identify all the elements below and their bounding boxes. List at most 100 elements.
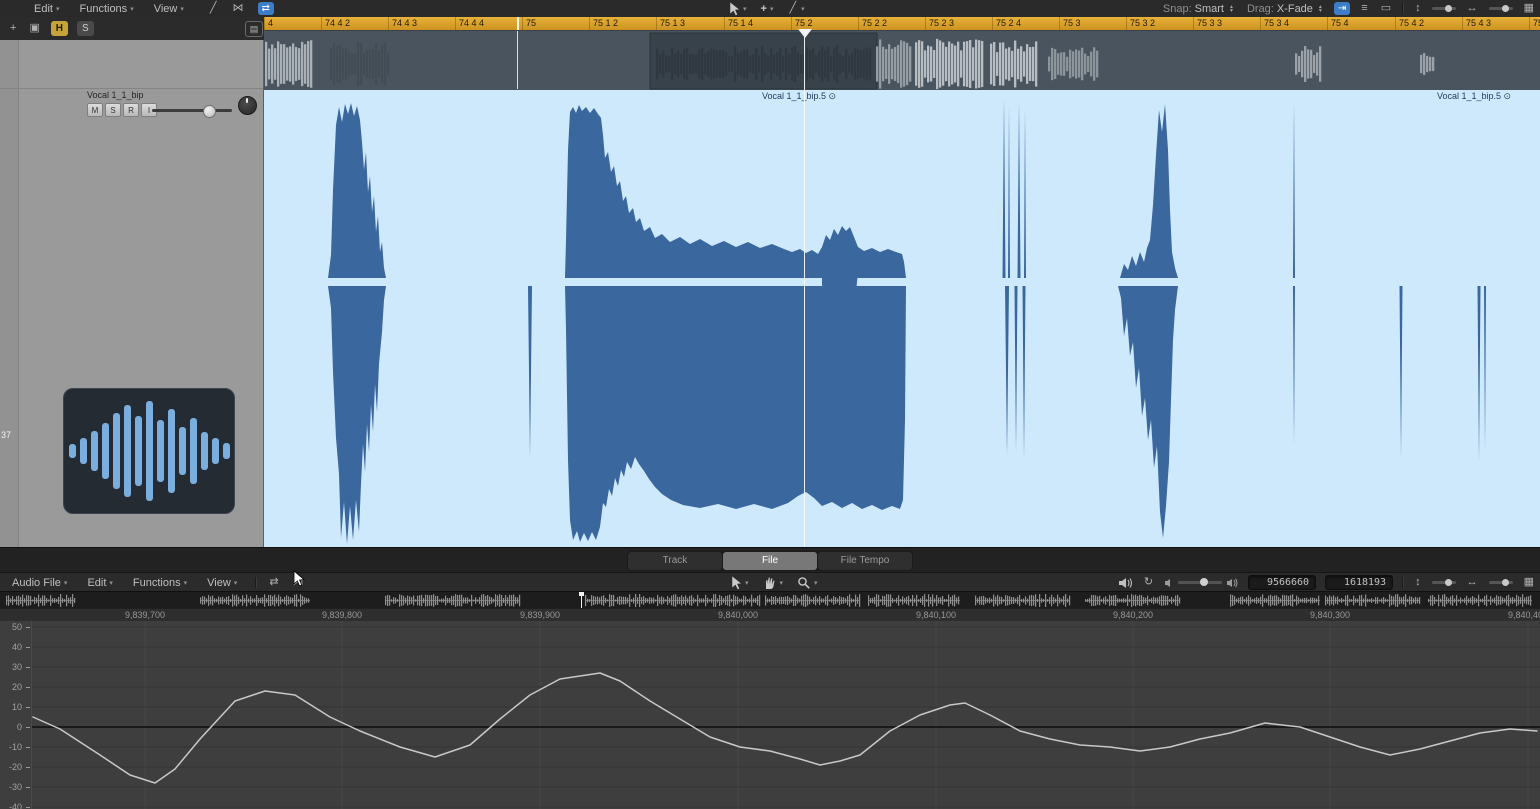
tab-track[interactable]: Track (628, 551, 722, 570)
horizontal-zoom-icon[interactable]: ↔ (1465, 576, 1480, 589)
speaker-high-icon (1227, 578, 1238, 587)
waveform-editor[interactable]: Vocal 1_1_bip.5 ⊙ Vocal 1_1_bip.5 ⊙ (264, 90, 1540, 547)
layers-icon[interactable]: ▣ (27, 22, 41, 35)
waveform-bar-icon (123, 405, 131, 497)
auto-scroll-button[interactable]: ⇄ (257, 2, 274, 15)
solo-button[interactable]: S (76, 21, 94, 36)
horizontal-zoom-slider[interactable] (1488, 579, 1513, 586)
scale-label: 20 (11, 682, 22, 692)
menu-view[interactable]: View ▾ (152, 3, 186, 15)
menu-functions[interactable]: Functions ▾ (77, 3, 135, 15)
scale-tick (26, 667, 30, 668)
volume-knob[interactable] (203, 105, 216, 118)
command-tool-menu[interactable]: + ▾ (759, 3, 776, 15)
vertical-zoom-slider[interactable] (1431, 5, 1456, 12)
menu-audio-file[interactable]: Audio File ▾ (10, 577, 69, 589)
vertical-zoom-slider[interactable] (1431, 579, 1456, 586)
pointer-tool-menu[interactable]: ▾ (726, 1, 749, 16)
drag-value: X-Fade (1276, 2, 1313, 15)
tick-mark (724, 17, 725, 30)
tick-label: 75 4 (1331, 18, 1349, 28)
scale-label: -40 (8, 802, 22, 809)
tick-label: 75 (526, 18, 537, 28)
sample-label: 9,839,800 (321, 610, 363, 620)
tick-label: 75 2 (795, 18, 813, 28)
sample-label: 9,839,900 (519, 610, 561, 620)
waveform-bar-icon (167, 409, 175, 493)
file-playhead-line (581, 592, 582, 608)
position-samples-field[interactable]: 9566660 (1248, 575, 1317, 590)
tick-mark (522, 17, 523, 30)
vertical-zoom-icon[interactable]: ↕ (1413, 2, 1423, 15)
audio-file-thumbnail (63, 388, 235, 514)
tempo-curve-area[interactable]: 50 40 30 20 10 0 -10 -20 -30 -40 (0, 621, 1540, 809)
waveform-svg (328, 98, 1486, 544)
vertical-zoom-icon[interactable]: ↕ (1413, 576, 1423, 589)
tracks-overview-lane[interactable] (264, 30, 1540, 91)
waveform-bar-icon (68, 444, 76, 458)
drag-menu[interactable]: Drag: X-Fade ▲ ▼ (1245, 3, 1325, 15)
hide-button[interactable]: H (50, 21, 68, 36)
list-view-icon[interactable]: ≡ (1359, 2, 1369, 15)
scale-divider (31, 621, 32, 809)
pointer-tool-menu[interactable]: ▾ (728, 575, 751, 590)
waveform-zoom-icon[interactable]: ▦ (1522, 2, 1536, 15)
hand-tool-menu[interactable]: ▾ (761, 575, 786, 590)
file-overview-strip[interactable] (0, 591, 1540, 609)
menu-functions[interactable]: Functions ▾ (131, 577, 189, 589)
zoom-tool-menu[interactable]: ▾ (795, 576, 820, 590)
tick-mark (589, 17, 590, 30)
tick-label: 75 3 (1063, 18, 1081, 28)
chevron-down-icon: ▾ (63, 579, 68, 587)
pan-knob[interactable] (238, 96, 257, 115)
scale-label: -30 (8, 782, 22, 792)
region-name-label[interactable]: Vocal 1_1_bip.5 ⊙ (762, 91, 836, 102)
menu-edit[interactable]: Edit ▾ (85, 577, 114, 589)
horizontal-zoom-icon[interactable]: ↔ (1465, 2, 1480, 15)
mouse-cursor (293, 570, 305, 587)
chevron-down-icon: ▾ (814, 579, 818, 587)
playhead-marker[interactable] (798, 29, 812, 38)
menu-view[interactable]: View ▾ (205, 577, 239, 589)
waveform-bar-icon (101, 423, 109, 479)
volume-slider[interactable] (1178, 578, 1223, 586)
sample-ruler[interactable]: 9,839,700 9,839,800 9,839,900 9,840,000 9,84… (0, 608, 1540, 622)
menu-edit[interactable]: Edit ▾ (32, 3, 61, 15)
crossfade-icon[interactable]: ⋈ (231, 2, 246, 15)
cycle-audition-icon[interactable]: ↻ (1142, 576, 1155, 589)
region-name-label[interactable]: Vocal 1_1_bip.5 ⊙ (1437, 91, 1511, 102)
automation-tool-icon[interactable]: ╱ (208, 2, 219, 15)
waveform-bar-icon (200, 432, 208, 470)
tick-label: 75 3 3 (1197, 18, 1223, 28)
tick-mark (1193, 17, 1194, 30)
tick-label: 75 1 4 (728, 18, 754, 28)
track-s-button[interactable]: S (105, 103, 121, 117)
edit-mode-icon[interactable]: ⇄ (267, 576, 280, 589)
stepper-icon: ▲ ▼ (1228, 3, 1234, 14)
horizontal-zoom-slider[interactable] (1488, 5, 1513, 12)
tick-mark (264, 17, 265, 30)
track-r-button[interactable]: R (123, 103, 139, 117)
length-samples-field[interactable]: 1618193 (1325, 575, 1394, 590)
volume-slider[interactable] (152, 105, 232, 118)
top-toolbar: Edit ▾ Functions ▾ View ▾ ╱ ⋈ ⇄ ▾ + ▾ ╱ ▾ Sna… (0, 0, 1540, 18)
third-tool-menu[interactable]: ╱ ▾ (785, 2, 806, 15)
tab-file-tempo[interactable]: File Tempo (818, 551, 912, 570)
tab-file[interactable]: File (723, 551, 817, 570)
snap-label: Snap: (1162, 2, 1192, 15)
view-mode-icon[interactable]: ▤ (245, 21, 263, 37)
bar-ruler[interactable]: 4 74 4 2 74 4 3 74 4 4 75 75 1 2 75 1 3 75 1 4 7… (264, 17, 1540, 30)
track-name[interactable]: Vocal 1_1_bip (87, 90, 144, 100)
tick-label: 75 4 2 (1399, 18, 1425, 28)
waveform-zoom-icon[interactable]: ▦ (1522, 576, 1536, 589)
catch-playhead-button[interactable]: ⇥ (1333, 2, 1351, 15)
track-m-button[interactable]: M (87, 103, 103, 117)
marquee-icon[interactable]: ▭ (1379, 2, 1393, 15)
scale-tick (26, 807, 30, 808)
snap-menu[interactable]: Snap: Smart ▲ ▼ (1161, 3, 1236, 15)
prelisten-speaker-icon[interactable] (1118, 576, 1133, 590)
add-icon[interactable]: + (8, 22, 18, 35)
tick-mark (321, 17, 322, 30)
waveform-bar-icon (156, 420, 164, 482)
tick-label: 75 3 4 (1264, 18, 1290, 28)
